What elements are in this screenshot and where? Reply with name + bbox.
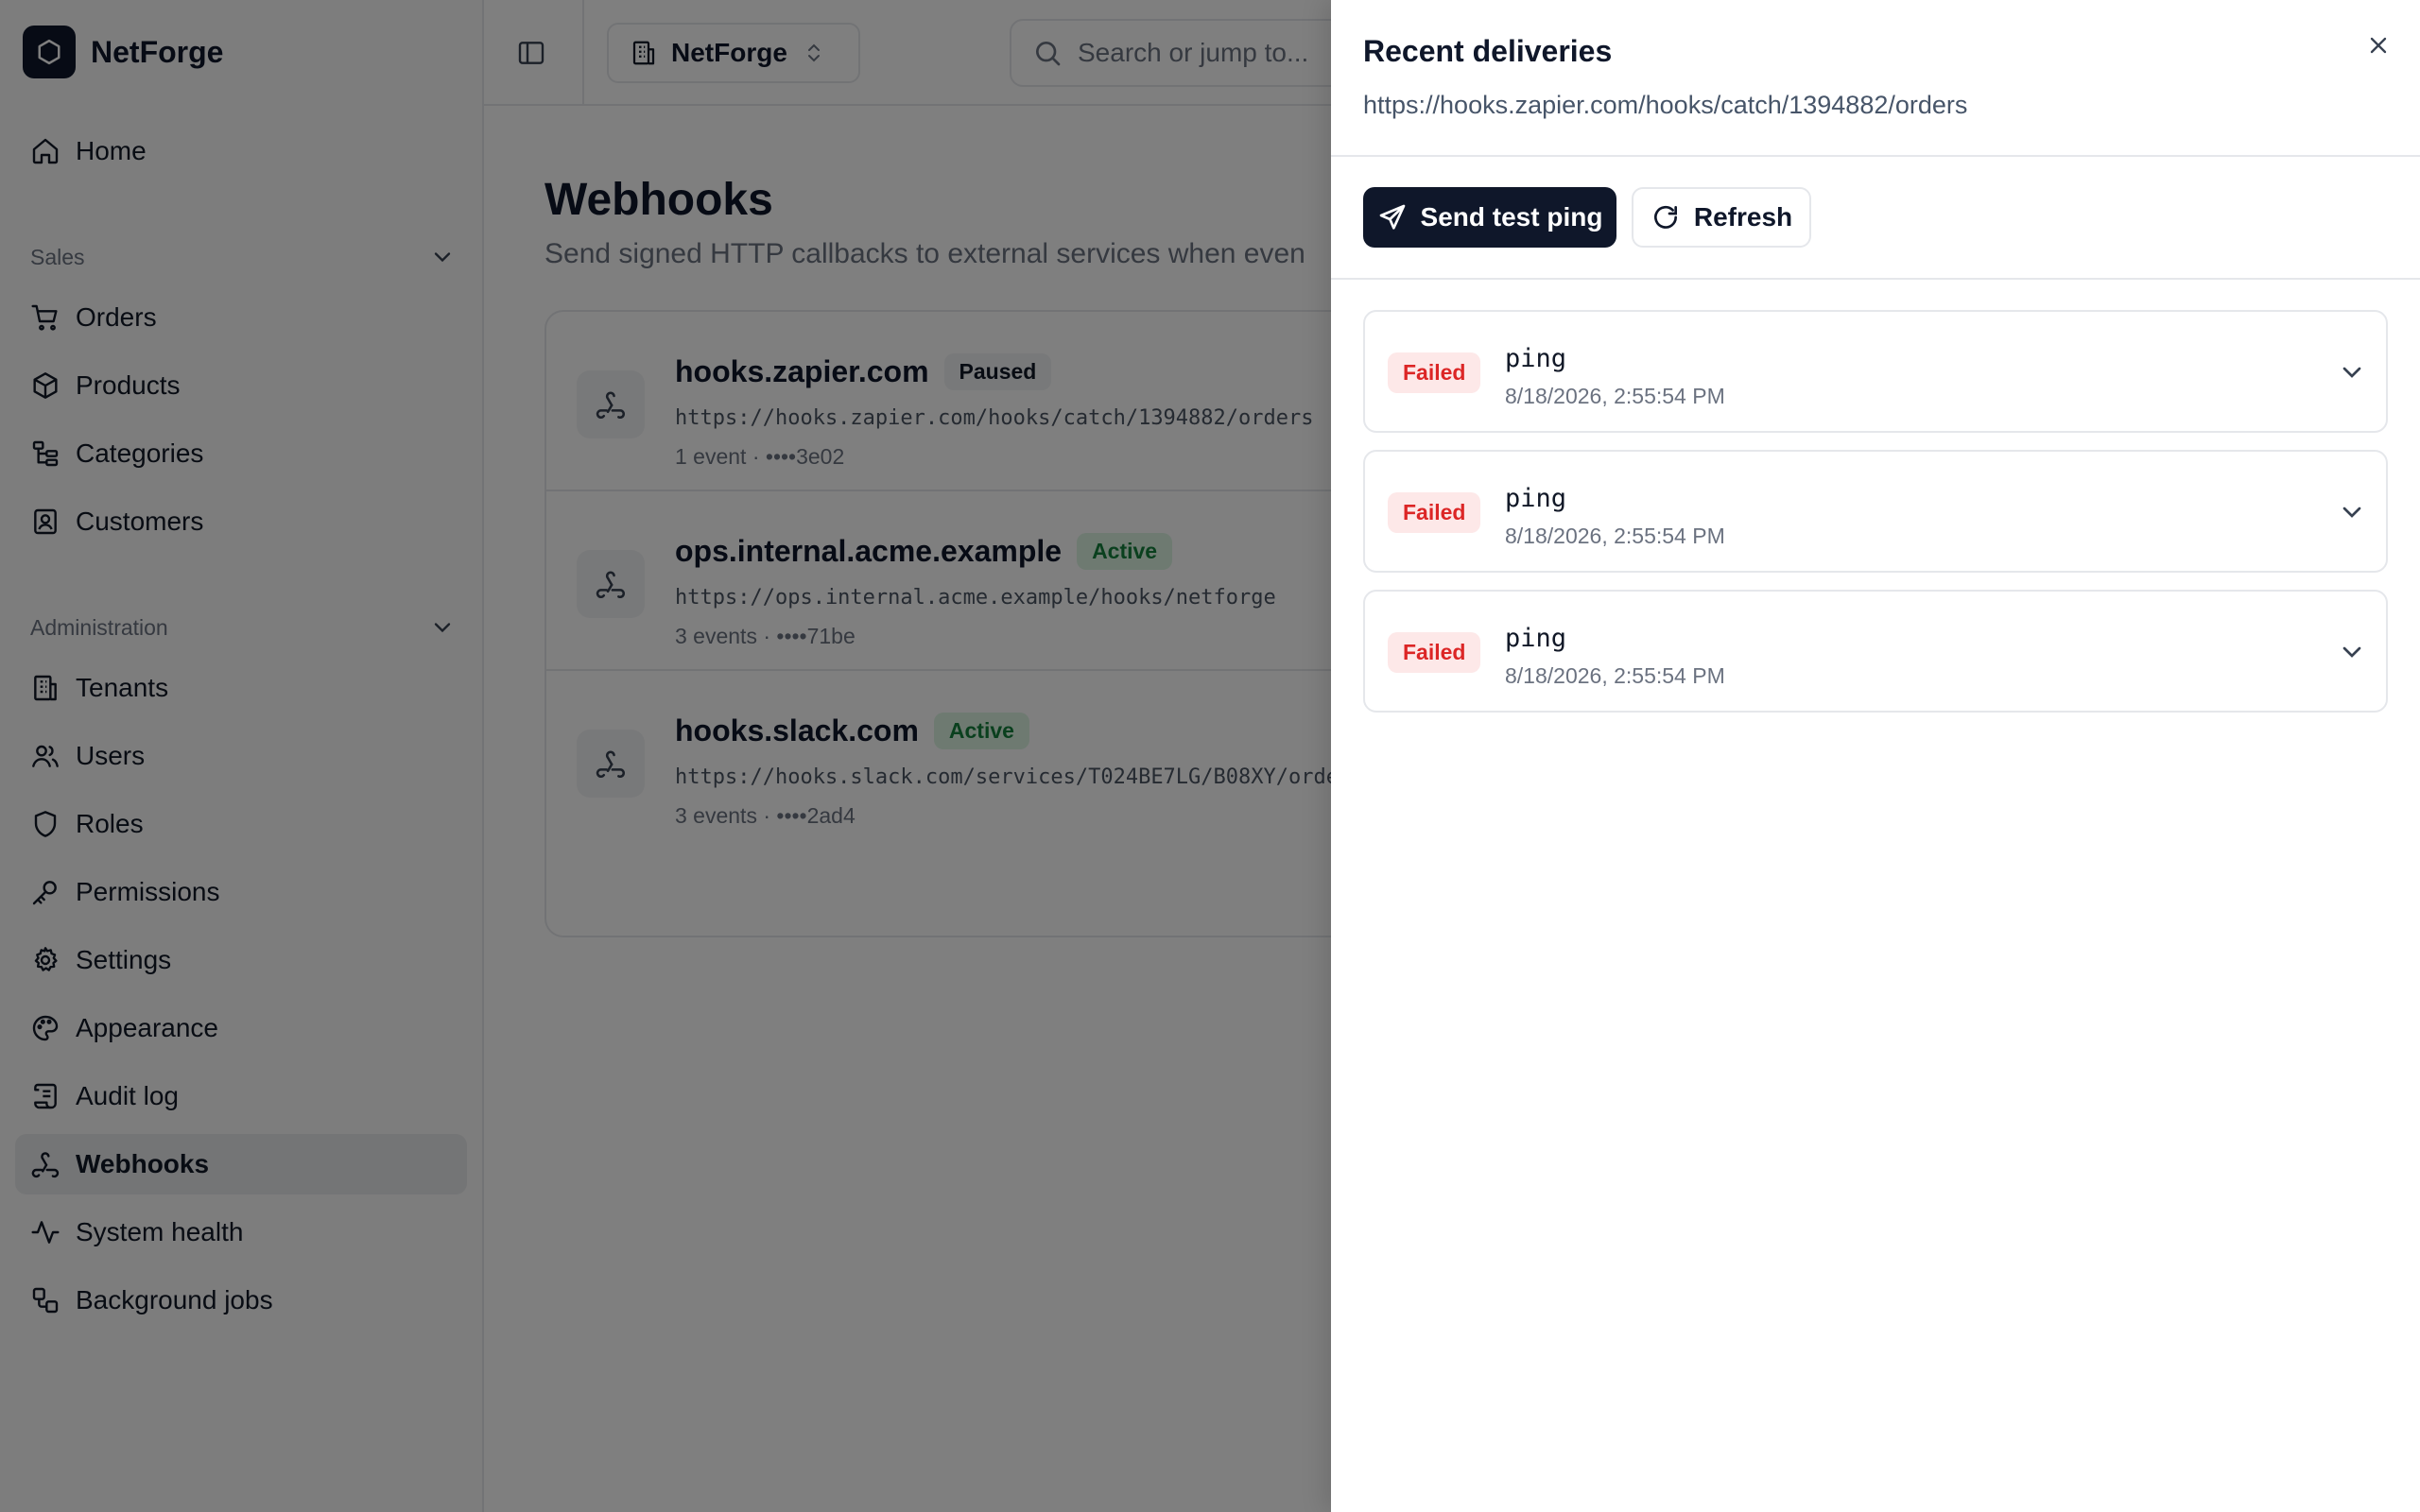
drawer-title: Recent deliveries bbox=[1363, 34, 1613, 68]
send-icon bbox=[1379, 204, 1405, 230]
close-icon bbox=[2370, 37, 2387, 54]
delivery-event: ping bbox=[1505, 624, 1567, 653]
button-label: Refresh bbox=[1693, 202, 1793, 232]
chevron-down-icon[interactable] bbox=[2337, 357, 2367, 387]
delivery-event: ping bbox=[1505, 484, 1567, 513]
divider bbox=[1331, 278, 2420, 280]
refresh-button[interactable]: Refresh bbox=[1632, 187, 1811, 248]
status-badge: Failed bbox=[1388, 632, 1481, 673]
deliveries-drawer: Recent deliveries https://hooks.zapier.c… bbox=[1331, 0, 2420, 1512]
app-root: NetForge Home Sales Orders Products Cate… bbox=[0, 0, 2420, 1512]
refresh-icon bbox=[1653, 205, 1677, 229]
chevron-down-icon[interactable] bbox=[2337, 497, 2367, 527]
delivery-timestamp: 8/18/2026, 2:55:54 PM bbox=[1505, 384, 1725, 408]
status-badge: Failed bbox=[1388, 492, 1481, 533]
delivery-timestamp: 8/18/2026, 2:55:54 PM bbox=[1505, 663, 1725, 688]
chevron-down-icon[interactable] bbox=[2337, 637, 2367, 667]
delivery-item[interactable]: Failed ping 8/18/2026, 2:55:54 PM bbox=[1363, 590, 2388, 713]
button-label: Send test ping bbox=[1420, 202, 1603, 232]
delivery-item[interactable]: Failed ping 8/18/2026, 2:55:54 PM bbox=[1363, 450, 2388, 573]
delivery-timestamp: 8/18/2026, 2:55:54 PM bbox=[1505, 524, 1725, 548]
drawer-url: https://hooks.zapier.com/hooks/catch/139… bbox=[1363, 91, 1968, 119]
delivery-item[interactable]: Failed ping 8/18/2026, 2:55:54 PM bbox=[1363, 310, 2388, 433]
close-button[interactable] bbox=[2361, 28, 2395, 62]
status-badge: Failed bbox=[1388, 352, 1481, 393]
divider bbox=[1331, 155, 2420, 157]
send-test-ping-button[interactable]: Send test ping bbox=[1363, 187, 1616, 248]
delivery-event: ping bbox=[1505, 344, 1567, 373]
